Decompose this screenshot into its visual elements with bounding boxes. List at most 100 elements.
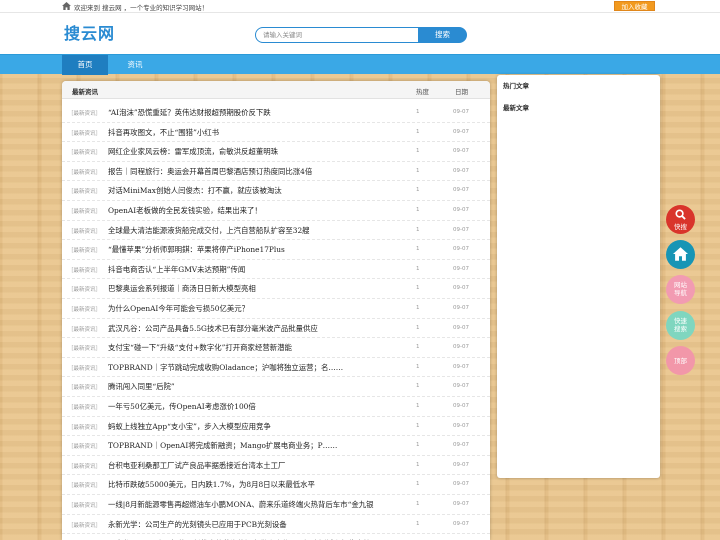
- news-row-title-link[interactable]: 一线|8月新能源零售再超燃油车小鹏MONA、蔚来乐道终端火热背后车市“金九银: [108, 499, 408, 510]
- news-row-date: 09-07: [453, 246, 469, 253]
- news-row-category: ［最新资讯］: [68, 503, 102, 509]
- news-row-hot: 1: [416, 285, 420, 292]
- news-row: ［最新资讯］ OpenAI老板做的全民发钱实验，结果出来了！ 1 09-07: [62, 201, 490, 221]
- sidebar-latest-articles-title: 最新文章: [503, 104, 529, 112]
- quick-search-label: 快搜: [674, 223, 687, 231]
- news-row-date: 09-07: [453, 226, 469, 233]
- news-row-category: ［最新资讯］: [68, 150, 102, 157]
- main-nav: 首页 资讯: [0, 54, 720, 75]
- news-row-title-link[interactable]: 网红企业家风云榜：雷军成顶流，俞敏洪反超董明珠: [108, 146, 408, 157]
- news-row: ［最新资讯］ “最懂苹果”分析师郭明錤：苹果将停产iPhone17Plus 1 09-…: [62, 240, 490, 260]
- news-row-date: 09-07: [453, 187, 469, 194]
- news-row: ［最新资讯］ 蚂蚁上线独立App“支小宝”，步入大模型应用竞争 1 09-07: [62, 417, 490, 437]
- news-row: ［最新资讯］ 比特币跌破55000美元，日内跌1.7%，为8月8日以来最低水平 1 0…: [62, 475, 490, 495]
- news-row-date: 09-07: [453, 265, 469, 272]
- news-row-hot: 1: [416, 344, 420, 351]
- search-icon: [675, 209, 686, 220]
- news-row-category: ［最新资讯］: [68, 483, 102, 490]
- home-icon: [673, 247, 688, 261]
- news-row-date: 09-07: [453, 383, 469, 390]
- news-row-hot: 1: [416, 461, 420, 468]
- home-button[interactable]: [666, 240, 695, 269]
- news-row-title-link[interactable]: 全球最大清洁能源液货船完成交付，上汽自营船队扩容至32艘: [108, 225, 408, 236]
- fast-search-label: 快速搜索: [674, 317, 687, 333]
- search-button[interactable]: 搜索: [418, 27, 467, 43]
- news-row-category: ［最新资讯］: [68, 346, 102, 353]
- news-row-category: ［最新资讯］: [68, 130, 102, 137]
- news-row: ［最新资讯］ 为什么OpenAI今年可能会亏损50亿美元？ 1 09-07: [62, 299, 490, 319]
- news-row-title-link[interactable]: OpenAI老板做的全民发钱实验，结果出来了！: [108, 205, 408, 216]
- news-row-hot: 1: [416, 422, 420, 429]
- news-row-title-link[interactable]: “AI泡沫”恐慌重延？英伟达财报超预期股价反下跌: [108, 107, 408, 118]
- news-row-category: ［最新资讯］: [68, 228, 102, 235]
- home-icon: [62, 2, 71, 10]
- news-row-hot: 1: [416, 187, 420, 194]
- news-row: ［最新资讯］ 台积电亚利桑那工厂试产良品率据悉接近台湾本土工厂 1 09-07: [62, 456, 490, 476]
- site-logo[interactable]: 搜云网: [64, 20, 115, 44]
- news-row-category: ［最新资讯］: [68, 111, 102, 117]
- add-favorite-button[interactable]: 加入收藏: [614, 1, 655, 11]
- news-row-date: 09-07: [453, 167, 469, 174]
- news-row-title-link[interactable]: 腾讯闯入同里“后院”: [108, 381, 408, 392]
- news-row-category: ［最新资讯］: [68, 307, 102, 313]
- news-row: ［最新资讯］ 全球最大清洁能源液货船完成交付，上汽自营船队扩容至32艘 1 09-07: [62, 221, 490, 241]
- news-row-hot: 1: [416, 481, 420, 488]
- fast-search-button[interactable]: 快速搜索: [666, 311, 695, 340]
- column-header-date: 日期: [455, 88, 468, 96]
- back-to-top-button[interactable]: 顶部: [666, 346, 695, 375]
- news-row-title-link[interactable]: 为什么OpenAI今年可能会亏损50亿美元？: [108, 303, 408, 314]
- news-row: ［最新资讯］ “AI泡沫”恐慌重延？英伟达财报超预期股价反下跌 1 09-07: [62, 103, 490, 123]
- news-row: ［最新资讯］ 永新光学：公司生产的光刻镜头已应用于PCB光刻设备 1 09-07: [62, 515, 490, 535]
- sidebar-hot-articles-title: 热门文章: [503, 82, 529, 90]
- news-row-title-link[interactable]: “最懂苹果”分析师郭明錤：苹果将停产iPhone17Plus: [108, 244, 408, 255]
- news-row-title-link[interactable]: 对话MiniMax创始人闫俊杰：打不赢，就应该被淘汰: [108, 185, 408, 196]
- news-row-title-link[interactable]: 抖音电商否认“上半年GMV未达预期”传闻: [108, 264, 408, 275]
- news-panel: 最新资讯 热度 日期 ［最新资讯］ “AI泡沫”恐慌重延？英伟达财报超预期股价反下…: [62, 81, 490, 540]
- news-row-date: 09-07: [453, 403, 469, 409]
- sidebar: 热门文章 最新文章: [497, 75, 660, 478]
- news-row-title-link[interactable]: 一年亏50亿美元，传OpenAI考虑涨价100倍: [108, 401, 408, 412]
- news-row-date: 09-07: [453, 501, 469, 507]
- news-row-hot: 1: [416, 324, 420, 331]
- news-row-hot: 1: [416, 207, 420, 213]
- news-row-date: 09-07: [453, 363, 469, 370]
- news-row-category: ［最新资讯］: [68, 267, 102, 274]
- news-row-title-link[interactable]: 比特币跌破55000美元，日内跌1.7%，为8月8日以来最低水平: [108, 479, 408, 490]
- news-row-title-link[interactable]: 支付宝“碰一下”升级“支付+数字化”打开商家经营新潜能: [108, 342, 408, 353]
- nav-item-home[interactable]: 首页: [62, 55, 108, 75]
- news-row-hot: 1: [416, 246, 420, 253]
- news-row-hot: 1: [416, 226, 420, 233]
- news-row-hot: 1: [416, 383, 420, 390]
- news-row-date: 09-07: [453, 148, 469, 155]
- news-row-title-link[interactable]: 报告｜同程旅行：奥运会开幕首周巴黎酒店预订热度同比涨4倍: [108, 166, 408, 177]
- nav-item-news[interactable]: 资讯: [112, 55, 158, 75]
- news-row: ［最新资讯］ 一线|8月新能源零售再超燃油车小鹏MONA、蔚来乐道终端火热背后车市…: [62, 495, 490, 515]
- news-row-title-link[interactable]: 武汉凡谷：公司产品具备5.5G技术已有部分毫米波产品批量供应: [108, 323, 408, 334]
- news-row-date: 09-07: [453, 442, 469, 449]
- news-row-title-link[interactable]: TOPBRAND｜字节跳动完成收购Oladance；沪咖将独立运营；名……: [108, 362, 408, 373]
- search-input[interactable]: [255, 27, 419, 43]
- news-row-hot: 1: [416, 109, 420, 115]
- news-row-hot: 1: [416, 148, 420, 155]
- news-row-hot: 1: [416, 403, 420, 409]
- news-row-category: ［最新资讯］: [68, 209, 102, 215]
- news-row-title-link[interactable]: 抖音再攻图文，不止“围猎”小红书: [108, 127, 408, 138]
- top-bar: 欢迎来到 搜云网 ，一个专业的知识学习网站！ 加入收藏: [0, 0, 720, 13]
- quick-search-button[interactable]: 快搜: [666, 205, 695, 234]
- news-row-date: 09-07: [453, 422, 469, 429]
- news-row-category: ［最新资讯］: [68, 385, 102, 392]
- news-row-category: ［最新资讯］: [68, 463, 102, 470]
- news-row-hot: 1: [416, 501, 420, 507]
- news-row-title-link[interactable]: TOPBRAND｜OpenAI将完成新融资；Mango扩展电商业务；P……: [108, 440, 408, 451]
- news-row: ［最新资讯］ 抖音电商否认“上半年GMV未达预期”传闻 1 09-07: [62, 260, 490, 280]
- news-row-date: 09-07: [453, 461, 469, 468]
- news-row: ［最新资讯］ 巴黎奥运会系列报道｜商汤日日新大模型亮相 1 09-07: [62, 279, 490, 299]
- news-row-date: 09-07: [453, 324, 469, 331]
- news-row-date: 09-07: [453, 305, 469, 311]
- site-navigation-button[interactable]: 网站导航: [666, 275, 695, 304]
- news-row-hot: 1: [416, 128, 420, 135]
- news-row-title-link[interactable]: 巴黎奥运会系列报道｜商汤日日新大模型亮相: [108, 283, 408, 294]
- news-row-title-link[interactable]: 蚂蚁上线独立App“支小宝”，步入大模型应用竞争: [108, 421, 408, 432]
- news-row-title-link[interactable]: 永新光学：公司生产的光刻镜头已应用于PCB光刻设备: [108, 519, 408, 530]
- news-row-title-link[interactable]: 台积电亚利桑那工厂试产良品率据悉接近台湾本土工厂: [108, 460, 408, 471]
